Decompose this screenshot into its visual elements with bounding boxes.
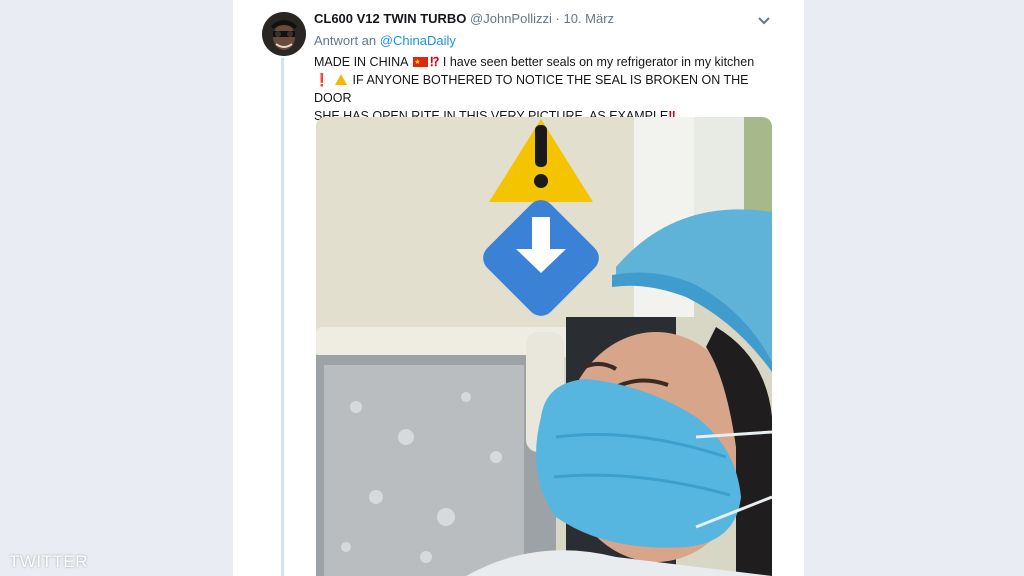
reply-context: Antwort an @ChinaDaily bbox=[314, 33, 456, 48]
tweet-line-1: MADE IN CHINA ⁉ I have seen better seals… bbox=[314, 53, 764, 72]
tweet-text-segment: IF ANYONE BOTHERED TO NOTICE THE SEAL IS… bbox=[314, 73, 749, 105]
tweet-text-segment: MADE IN CHINA bbox=[314, 55, 408, 69]
avatar[interactable] bbox=[262, 12, 306, 56]
separator-dot: · bbox=[555, 11, 560, 26]
twitter-watermark: TWITTER bbox=[9, 552, 89, 571]
tweet-photo[interactable] bbox=[316, 117, 772, 576]
exclamation-emoji: ❗ bbox=[314, 73, 330, 87]
warning-icon bbox=[335, 74, 348, 85]
reply-prefix: Antwort an bbox=[314, 33, 377, 48]
tweet-line-2: ❗ IF ANYONE BOTHERED TO NOTICE THE SEAL … bbox=[314, 71, 764, 107]
tweet-text: MADE IN CHINA ⁉ I have seen better seals… bbox=[314, 53, 764, 125]
tweet-date[interactable]: 10. März bbox=[563, 11, 614, 26]
china-flag-icon bbox=[413, 54, 429, 72]
reply-mention-link[interactable]: @ChinaDaily bbox=[380, 33, 456, 48]
chevron-down-icon[interactable] bbox=[757, 14, 771, 26]
tweet-header: CL600 V12 TWIN TURBO @JohnPollizzi · 10.… bbox=[314, 11, 774, 31]
user-handle[interactable]: @JohnPollizzi bbox=[470, 11, 552, 26]
display-name[interactable]: CL600 V12 TWIN TURBO bbox=[314, 11, 466, 26]
tweet-text-segment: I have seen better seals on my refrigera… bbox=[442, 55, 755, 69]
interrobang-emoji: ⁉ bbox=[430, 55, 440, 69]
thread-line bbox=[281, 58, 284, 576]
